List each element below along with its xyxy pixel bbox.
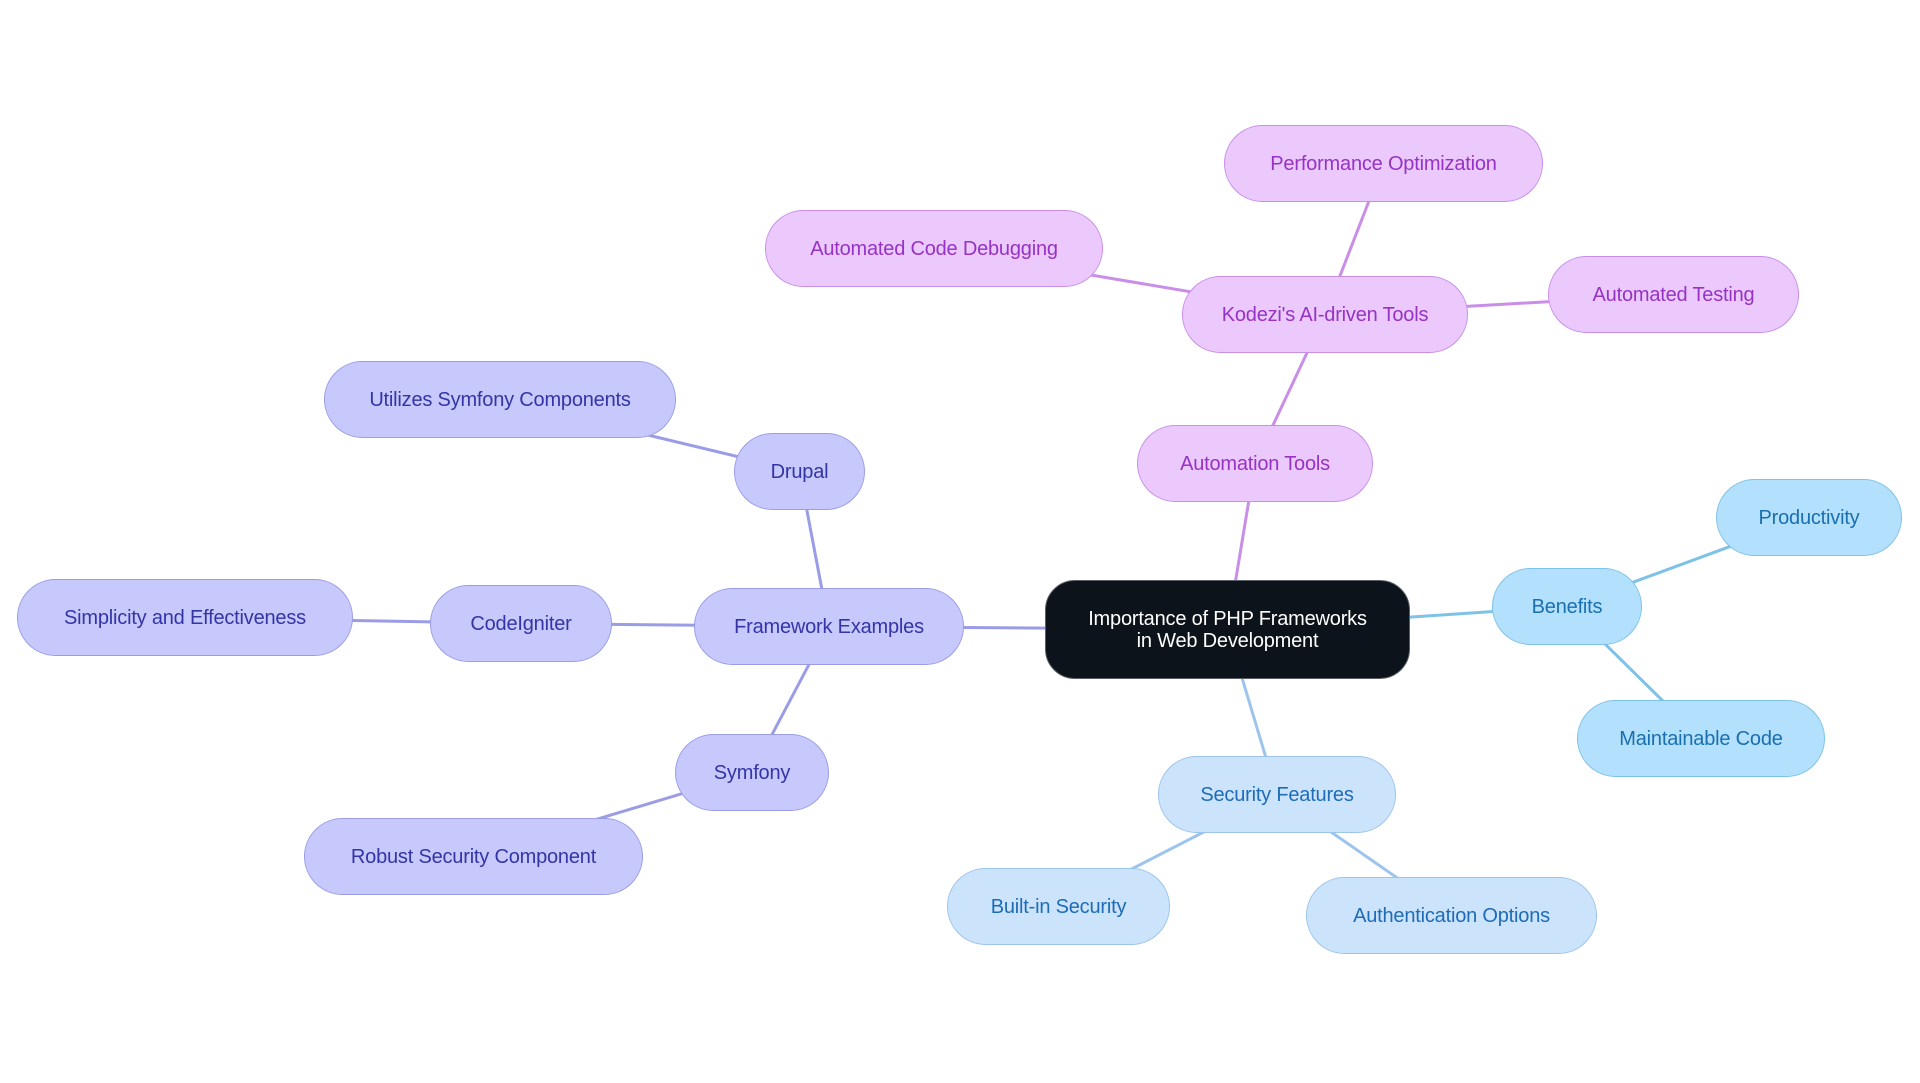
- node-label: Kodezi's AI-driven Tools: [1221, 303, 1429, 326]
- node-performance-optimization[interactable]: Performance Optimization: [1224, 125, 1543, 202]
- node-symfony[interactable]: Symfony: [675, 734, 829, 811]
- node-automation-tools[interactable]: Automation Tools: [1137, 425, 1373, 502]
- node-label: Performance Optimization: [1270, 152, 1497, 175]
- node-simplicity-and-effectiveness[interactable]: Simplicity and Effectiveness: [17, 579, 353, 656]
- node-label: Automated Code Debugging: [810, 237, 1058, 260]
- node-label: Authentication Options: [1353, 904, 1550, 927]
- node-label: Automation Tools: [1180, 452, 1330, 475]
- node-label: Productivity: [1758, 506, 1860, 529]
- node-drupal[interactable]: Drupal: [734, 433, 865, 510]
- node-label: Symfony: [713, 761, 791, 784]
- node-kodezi-ai-driven-tools[interactable]: Kodezi's AI-driven Tools: [1182, 276, 1468, 353]
- node-label: Robust Security Component: [350, 845, 597, 868]
- node-benefits[interactable]: Benefits: [1492, 568, 1642, 645]
- mindmap-canvas: Importance of PHP Frameworks in Web Deve…: [0, 0, 1920, 1083]
- node-security-features[interactable]: Security Features: [1158, 756, 1396, 833]
- node-label: Security Features: [1200, 783, 1354, 806]
- node-label: Benefits: [1531, 595, 1603, 618]
- node-codeigniter[interactable]: CodeIgniter: [430, 585, 612, 662]
- node-label: CodeIgniter: [470, 612, 572, 635]
- node-maintainable-code[interactable]: Maintainable Code: [1577, 700, 1825, 777]
- node-label: Simplicity and Effectiveness: [64, 606, 306, 629]
- root-node-label-line2: in Web Development: [1136, 629, 1319, 652]
- node-label: Framework Examples: [734, 615, 924, 638]
- node-framework-examples[interactable]: Framework Examples: [694, 588, 964, 665]
- node-label: Drupal: [770, 460, 829, 483]
- node-label: Automated Testing: [1592, 283, 1755, 306]
- node-built-in-security[interactable]: Built-in Security: [947, 868, 1170, 945]
- node-automated-code-debugging[interactable]: Automated Code Debugging: [765, 210, 1103, 287]
- node-productivity[interactable]: Productivity: [1716, 479, 1902, 556]
- node-label: Utilizes Symfony Components: [369, 388, 631, 411]
- node-automated-testing[interactable]: Automated Testing: [1548, 256, 1799, 333]
- root-node-label-line1: Importance of PHP Frameworks: [1088, 607, 1367, 630]
- node-label: Maintainable Code: [1619, 727, 1783, 750]
- node-utilizes-symfony-components[interactable]: Utilizes Symfony Components: [324, 361, 676, 438]
- root-node[interactable]: Importance of PHP Frameworks in Web Deve…: [1045, 580, 1410, 679]
- node-label: Built-in Security: [990, 895, 1127, 918]
- node-robust-security-component[interactable]: Robust Security Component: [304, 818, 643, 895]
- node-authentication-options[interactable]: Authentication Options: [1306, 877, 1597, 954]
